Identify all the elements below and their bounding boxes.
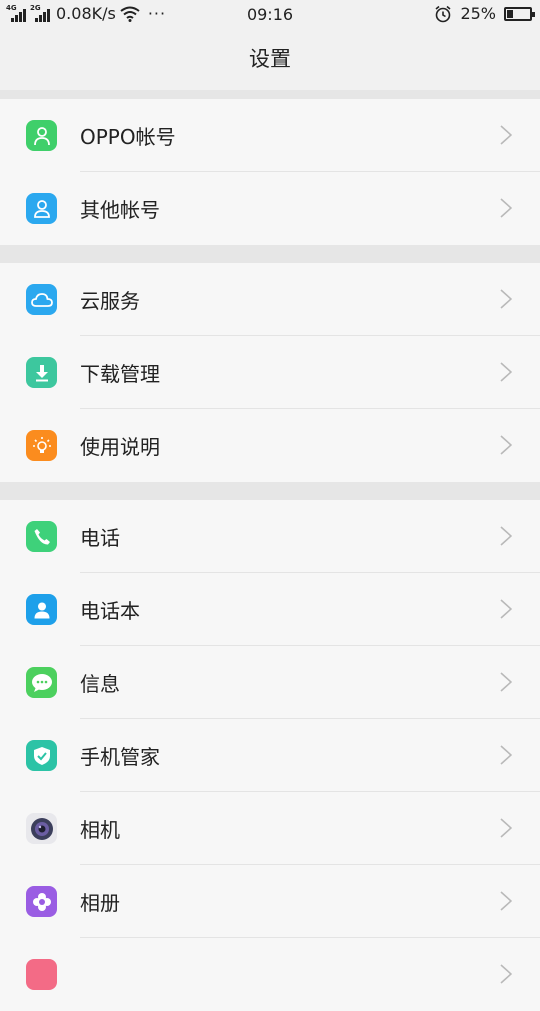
chevron-right-icon <box>500 198 513 222</box>
account-icon <box>26 120 57 151</box>
chevron-right-icon <box>500 599 513 623</box>
section-gap <box>0 245 540 263</box>
settings-item-label: 相册 <box>80 891 120 915</box>
settings-group: OPPO帐号 其他帐号 <box>0 99 540 245</box>
settings-item-label: 云服务 <box>80 289 140 313</box>
contacts-icon <box>26 594 57 625</box>
chevron-right-icon <box>500 289 513 313</box>
settings-list: OPPO帐号 其他帐号云服务下载管理使用说明电话电话本信息手机管家相机相册 <box>0 90 540 1011</box>
download-icon <box>26 357 57 388</box>
chevron-right-icon <box>500 362 513 386</box>
chevron-right-icon <box>500 435 513 459</box>
chevron-right-icon <box>500 964 513 988</box>
battery-icon <box>504 6 535 21</box>
settings-item[interactable]: OPPO帐号 <box>0 99 540 172</box>
battery-percent: 25% <box>460 4 496 23</box>
settings-item-label: 下载管理 <box>80 362 160 386</box>
settings-item[interactable]: 其他帐号 <box>0 172 540 245</box>
settings-group: 云服务下载管理使用说明 <box>0 263 540 482</box>
chevron-right-icon <box>500 672 513 696</box>
chevron-right-icon <box>500 125 513 149</box>
page-title: 设置 <box>249 47 291 71</box>
settings-item[interactable]: 云服务 <box>0 263 540 336</box>
chevron-right-icon <box>500 745 513 769</box>
status-bar: 4G 2G 0.08K/s ··· 09:16 25% <box>0 0 540 28</box>
settings-item[interactable]: 相册 <box>0 865 540 938</box>
camera-icon <box>26 813 57 844</box>
shield-icon <box>26 740 57 771</box>
cloud-icon <box>26 284 57 315</box>
settings-item-label: 电话本 <box>80 599 140 623</box>
settings-item[interactable]: 使用说明 <box>0 409 540 482</box>
settings-item-label: 使用说明 <box>80 435 160 459</box>
chevron-right-icon <box>500 526 513 550</box>
settings-item[interactable]: 信息 <box>0 646 540 719</box>
settings-item-label: 电话 <box>80 526 120 550</box>
gallery-icon <box>26 886 57 917</box>
phone-icon <box>26 521 57 552</box>
settings-item[interactable]: 电话本 <box>0 573 540 646</box>
settings-item-label: 相机 <box>80 818 120 842</box>
settings-item[interactable] <box>0 938 540 1011</box>
settings-item[interactable]: 电话 <box>0 500 540 573</box>
settings-item-label: OPPO帐号 <box>80 125 176 149</box>
settings-item[interactable]: 下载管理 <box>0 336 540 409</box>
header: 设置 <box>0 28 540 90</box>
user-outline-icon <box>26 193 57 224</box>
app-icon <box>26 959 57 990</box>
settings-item-label: 手机管家 <box>80 745 160 769</box>
chevron-right-icon <box>500 891 513 915</box>
settings-group: 电话电话本信息手机管家相机相册 <box>0 500 540 1011</box>
lightbulb-icon <box>26 430 57 461</box>
settings-item-label: 信息 <box>80 672 120 696</box>
section-gap <box>0 90 540 99</box>
settings-item[interactable]: 手机管家 <box>0 719 540 792</box>
section-gap <box>0 482 540 500</box>
message-icon <box>26 667 57 698</box>
alarm-icon <box>435 5 451 22</box>
chevron-right-icon <box>500 818 513 842</box>
settings-item[interactable]: 相机 <box>0 792 540 865</box>
settings-item-label: 其他帐号 <box>80 198 160 222</box>
